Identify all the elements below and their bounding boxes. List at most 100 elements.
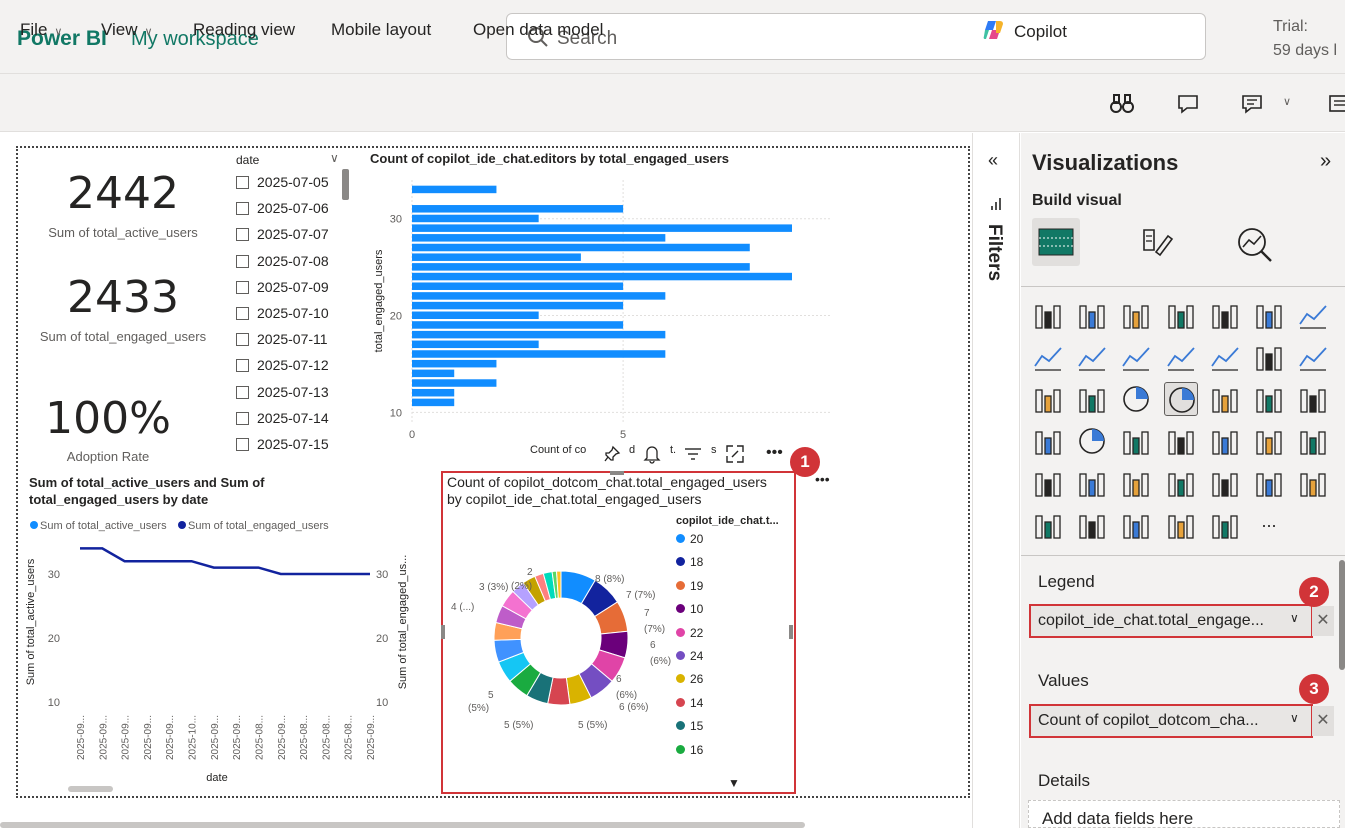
waterfall-icon[interactable] xyxy=(1252,340,1286,374)
remove-legend-field-button[interactable]: ✕ xyxy=(1312,606,1334,636)
donut-legend-item[interactable]: 20 xyxy=(676,532,703,546)
stacked-bar-icon[interactable] xyxy=(1031,298,1065,332)
pie-icon[interactable] xyxy=(1119,382,1153,416)
remove-values-field-button[interactable]: ✕ xyxy=(1312,706,1334,736)
more-options-icon[interactable]: ••• xyxy=(815,471,830,487)
power-apps-alt-icon[interactable] xyxy=(1164,508,1198,542)
line-chart-icon[interactable] xyxy=(1296,298,1330,332)
collapse-filters-icon[interactable]: « xyxy=(988,150,998,171)
matrix-icon[interactable] xyxy=(1031,466,1065,500)
kpi-icon[interactable] xyxy=(1208,424,1242,458)
slicer-checkbox[interactable] xyxy=(236,228,249,242)
stacked-area-icon[interactable] xyxy=(1075,340,1109,374)
slicer-checkbox[interactable] xyxy=(236,202,249,216)
slicer-checkbox[interactable] xyxy=(236,176,249,189)
notes-icon[interactable] xyxy=(1328,92,1345,116)
gauge-icon[interactable] xyxy=(1075,424,1109,458)
donut-legend-item[interactable]: 24 xyxy=(676,649,703,663)
slicer-item[interactable]: 2025-07-08 xyxy=(236,253,329,269)
slicer-checkbox[interactable] xyxy=(236,438,249,451)
slicer-item[interactable]: 2025-07-10 xyxy=(236,305,329,321)
slicer-item[interactable]: 2025-07-06 xyxy=(236,200,329,216)
filled-map-icon[interactable] xyxy=(1296,382,1330,416)
treemap-icon[interactable] xyxy=(1208,382,1242,416)
key-influencers-icon[interactable] xyxy=(1119,466,1153,500)
slicer-checkbox[interactable] xyxy=(236,385,249,399)
slicer-checkbox[interactable] xyxy=(236,359,249,373)
copilot-button[interactable]: Copilot xyxy=(982,18,1067,42)
slicer-checkbox[interactable] xyxy=(236,307,249,320)
slicer-checkbox[interactable] xyxy=(236,411,249,425)
donut-legend-item[interactable]: 18 xyxy=(676,555,703,569)
pin-icon[interactable] xyxy=(603,445,621,463)
azure-map-icon[interactable] xyxy=(1031,424,1065,458)
legend-field-well[interactable]: copilot_ide_chat.total_engage... xyxy=(1029,604,1313,638)
binoculars-icon[interactable] xyxy=(1109,91,1135,117)
resize-handle-left[interactable] xyxy=(441,625,445,639)
slicer-checkbox[interactable] xyxy=(236,280,249,294)
qna-icon[interactable] xyxy=(1164,466,1198,500)
comment-icon[interactable] xyxy=(1176,92,1200,116)
horizontal-scrollbar[interactable] xyxy=(68,786,113,792)
slicer-scrollbar[interactable] xyxy=(342,169,349,200)
donut-legend-item[interactable]: 15 xyxy=(676,719,703,733)
legend-scroll-down-icon[interactable]: ▼ xyxy=(728,776,740,790)
slicer-item[interactable]: 2025-07-14 xyxy=(236,410,329,426)
line-column-icon[interactable] xyxy=(1164,340,1198,374)
slicer-checkbox[interactable] xyxy=(236,333,249,347)
scatter-icon[interactable] xyxy=(1075,382,1109,416)
menu-file[interactable]: File ∨ xyxy=(20,20,62,40)
clustered-column-icon[interactable] xyxy=(1164,298,1198,332)
donut-legend-item[interactable]: 19 xyxy=(676,579,703,593)
canvas-scrollbar[interactable] xyxy=(0,822,805,828)
donut-legend-item[interactable]: 14 xyxy=(676,696,703,710)
slicer-item[interactable]: 2025-07-11 xyxy=(236,331,328,347)
automate-alt-icon[interactable] xyxy=(1208,508,1242,542)
decomposition-tree-icon[interactable] xyxy=(1075,466,1109,500)
multi-row-card-icon[interactable] xyxy=(1164,424,1198,458)
resize-handle-top[interactable] xyxy=(610,471,624,475)
slicer-item[interactable]: 2025-07-09 xyxy=(236,279,329,295)
power-apps-icon[interactable] xyxy=(1031,508,1065,542)
donut-legend-item[interactable]: 22 xyxy=(676,626,703,640)
100-bar-icon[interactable] xyxy=(1208,298,1242,332)
chevron-down-icon[interactable]: ∨ xyxy=(1283,95,1291,108)
donut-legend-item[interactable]: 10 xyxy=(676,602,703,616)
chevron-down-icon[interactable]: ∨ xyxy=(1290,611,1299,625)
filters-label[interactable]: Filters xyxy=(983,224,1005,281)
search-box[interactable]: Search xyxy=(506,13,1206,60)
format-visual-icon[interactable] xyxy=(1138,226,1174,262)
ribbon-chart-icon[interactable] xyxy=(1119,340,1153,374)
table-icon[interactable] xyxy=(1296,424,1330,458)
chevron-down-icon[interactable]: ∨ xyxy=(1290,711,1299,725)
pane-scrollbar[interactable] xyxy=(1339,560,1345,670)
donut-icon[interactable] xyxy=(1163,382,1198,416)
power-automate-icon[interactable] xyxy=(1075,508,1109,542)
slicer-checkbox[interactable] xyxy=(236,254,249,268)
100-column-icon[interactable] xyxy=(1252,298,1286,332)
smart-narrative-icon[interactable] xyxy=(1208,466,1242,500)
slicer-item[interactable]: 2025-07-07 xyxy=(236,226,329,242)
slicer-item[interactable]: 2025-07-15 xyxy=(236,436,329,452)
clustered-bar-icon[interactable] xyxy=(1119,298,1153,332)
slicer-item[interactable]: 2025-07-05 xyxy=(236,174,329,190)
slicer-icon[interactable] xyxy=(1252,424,1286,458)
menu-view[interactable]: View ∨ xyxy=(101,20,153,40)
chevron-down-icon[interactable]: ∨ xyxy=(330,151,339,165)
donut-legend-item[interactable]: 16 xyxy=(676,743,703,757)
line-clustered-icon[interactable] xyxy=(1208,340,1242,374)
card-icon[interactable] xyxy=(1119,424,1153,458)
arcgis-icon[interactable] xyxy=(1119,508,1153,542)
build-visual-tab[interactable] xyxy=(1032,218,1080,266)
bell-icon[interactable] xyxy=(643,444,661,464)
goals-icon[interactable] xyxy=(1252,466,1286,500)
stacked-column-icon[interactable] xyxy=(1075,298,1109,332)
ribbon-alt-icon[interactable] xyxy=(1296,340,1330,374)
slicer-item[interactable]: 2025-07-13 xyxy=(236,384,329,400)
menu-open-data-model[interactable]: Open data model xyxy=(473,20,603,40)
values-field-well[interactable]: Count of copilot_dotcom_cha... xyxy=(1029,704,1313,738)
area-chart-icon[interactable] xyxy=(1031,340,1065,374)
funnel-icon[interactable] xyxy=(1031,382,1065,416)
more-visuals-icon[interactable]: ... xyxy=(1252,508,1286,542)
analytics-icon[interactable] xyxy=(1234,224,1274,264)
